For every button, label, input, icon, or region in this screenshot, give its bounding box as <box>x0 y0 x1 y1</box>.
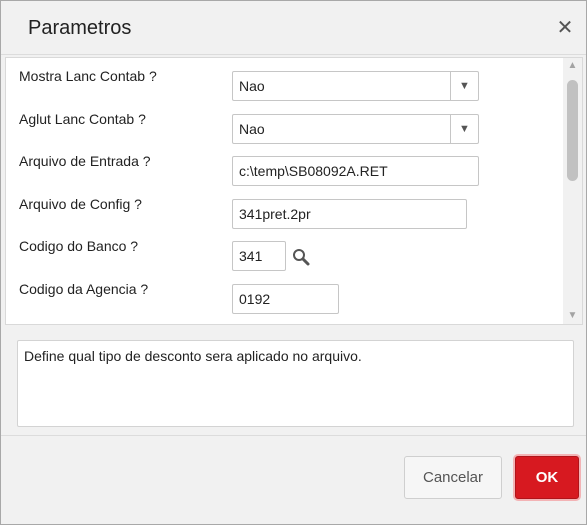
close-icon[interactable]: ✕ <box>554 17 576 39</box>
select-value: Nao <box>239 121 265 137</box>
select-aglut-lanc-contab[interactable]: Nao ▼ <box>232 114 479 144</box>
vertical-scrollbar[interactable]: ▲ ▼ <box>563 58 582 324</box>
label-codigo-banco: Codigo do Banco ? <box>19 238 139 254</box>
label-aglut-lanc-contab: Aglut Lanc Contab ? <box>19 111 146 127</box>
dialog-titlebar: Parametros ✕ <box>1 1 586 55</box>
parametros-dialog: Parametros ✕ Mostra Lanc Contab ? Nao ▼ … <box>0 0 587 525</box>
dialog-title: Parametros <box>28 17 132 39</box>
input-codigo-agencia[interactable]: 0192 <box>232 284 339 314</box>
label-arquivo-config: Arquivo de Config ? <box>19 196 142 212</box>
input-codigo-banco[interactable]: 341 <box>232 241 286 271</box>
scroll-thumb[interactable] <box>567 80 578 181</box>
cancel-button[interactable]: Cancelar <box>404 456 502 499</box>
help-description: Define qual tipo de desconto sera aplica… <box>17 340 574 427</box>
input-arquivo-entrada[interactable]: c:\temp\SB08092A.RET <box>232 156 479 186</box>
ok-button[interactable]: OK <box>515 456 579 499</box>
footer-divider <box>1 435 586 436</box>
search-icon[interactable] <box>291 247 311 267</box>
parameters-panel: Mostra Lanc Contab ? Nao ▼ Aglut Lanc Co… <box>5 57 583 325</box>
select-value: Nao <box>239 78 265 94</box>
label-arquivo-entrada: Arquivo de Entrada ? <box>19 153 151 169</box>
scroll-up-arrow-icon[interactable]: ▲ <box>563 58 582 74</box>
chevron-down-icon[interactable]: ▼ <box>450 72 478 100</box>
label-codigo-agencia: Codigo da Agencia ? <box>19 281 149 297</box>
scroll-down-arrow-icon[interactable]: ▼ <box>563 308 582 324</box>
chevron-down-icon[interactable]: ▼ <box>450 115 478 143</box>
input-arquivo-config[interactable]: 341pret.2pr <box>232 199 467 229</box>
label-mostra-lanc-contab: Mostra Lanc Contab ? <box>19 68 157 84</box>
select-mostra-lanc-contab[interactable]: Nao ▼ <box>232 71 479 101</box>
